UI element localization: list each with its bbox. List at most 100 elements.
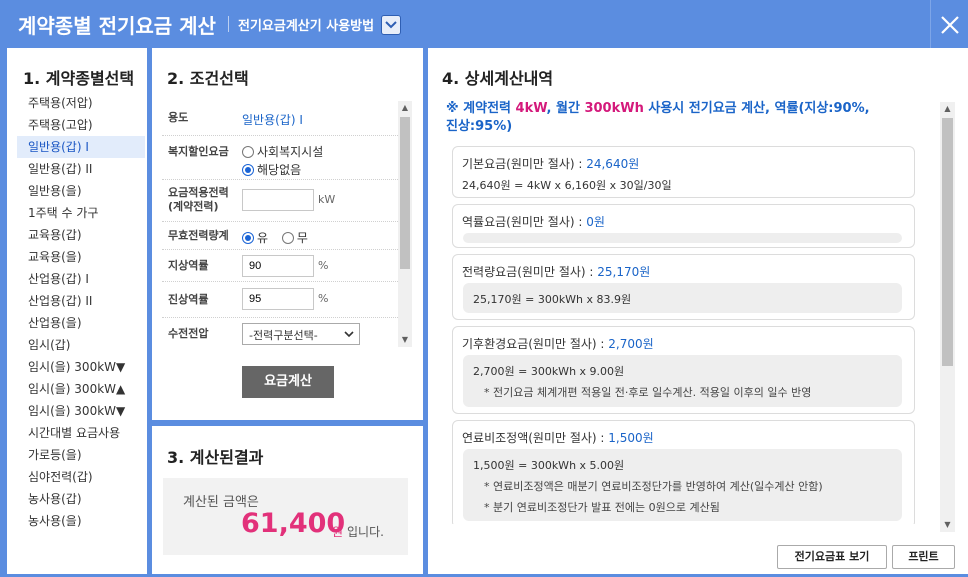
scroll-up-arrow-icon[interactable]: ▲ (940, 102, 955, 116)
condition-scrollbar[interactable]: ▲ ▼ (398, 101, 412, 347)
power-factor-title: 역률요금(원미만 절사) : 0원 (462, 213, 605, 230)
usage-label: 용도 (168, 111, 189, 124)
radio-checked-icon[interactable] (242, 164, 254, 176)
basic-charge-formula: 24,640원 = 4kW x 6,160원 x 30일/30일 (462, 179, 672, 192)
reactive-yes-label: 유 (257, 231, 269, 245)
welfare-option-2[interactable]: 해당없음 (242, 161, 301, 178)
power-factor-value: 0원 (586, 215, 605, 229)
reactive-option-no[interactable]: 무 (281, 231, 308, 245)
lag-pf-row: 지상역률 % (162, 250, 398, 282)
contract-type-item[interactable]: 교육용(을) (17, 246, 145, 268)
basic-charge-card: 기본요금(원미만 절사) : 24,640원 24,640원 = 4kW x 6… (452, 146, 915, 198)
contract-type-item[interactable]: 교육용(갑) (17, 224, 145, 246)
lead-pf-input[interactable] (242, 288, 314, 310)
fuel-adjustment-note-1: * 연료비조정액은 매분기 연료비조정단가를 반영하여 계산(일수계산 안함) (484, 480, 823, 493)
contract-type-item[interactable]: 일반용(갑) I (17, 136, 145, 158)
result-panel: 3. 계산된결과 계산된 금액은 61,400 원 입니다. (152, 426, 423, 574)
summary-text-4: 진상:95%) (446, 119, 513, 134)
climate-charge-detail: 2,700원 = 300kWh x 9.00원 * 전기요금 체계개편 적용일 … (463, 355, 902, 407)
contract-unit: kW (318, 193, 336, 206)
contract-power-row: 요금적용전력(계약전력) kW (162, 180, 398, 222)
contract-type-item[interactable]: 산업용(을) (17, 312, 145, 334)
reactive-meter-label: 무효전력량계 (168, 229, 229, 242)
detail-panel: 4. 상세계산내역 ※ 계약전력 4kW, 월간 300kWh 사용시 전기요금… (428, 48, 968, 574)
contract-type-item[interactable]: 일반용(을) (17, 180, 145, 202)
energy-charge-detail: 25,170원 = 300kWh x 83.9원 (463, 283, 902, 313)
scroll-thumb[interactable] (942, 118, 953, 366)
condition-panel: 2. 조건선택 용도 일반용(갑) I 복지할인요금 사회복지시설 해당없음 요… (152, 48, 423, 420)
reactive-option-yes[interactable]: 유 (242, 231, 268, 245)
radio-icon[interactable] (281, 232, 294, 244)
condition-form: 용도 일반용(갑) I 복지할인요금 사회복지시설 해당없음 요금적용전력(계약… (162, 100, 398, 346)
contract-type-item[interactable]: 시간대별 요금사용 (17, 422, 145, 444)
voltage-select[interactable]: -전력구분선택- (242, 323, 360, 345)
welfare-label: 복지할인요금 (168, 145, 229, 158)
voltage-select-value: -전력구분선택- (249, 329, 318, 342)
result-box: 계산된 금액은 61,400 원 입니다. (163, 478, 408, 555)
voltage-label: 수전전압 (168, 327, 209, 340)
energy-charge-value: 25,170원 (597, 265, 651, 279)
lag-pf-input[interactable] (242, 255, 314, 277)
result-currency: 원 (332, 525, 344, 539)
welfare-row: 복지할인요금 사회복지시설 해당없음 (162, 136, 398, 180)
contract-type-item[interactable]: 농사용(갑) (17, 488, 145, 510)
contract-type-list: 주택용(저압) 주택용(고압) 일반용(갑) I 일반용(갑) II 일반용(을) 1주택… (17, 92, 145, 532)
guide-link[interactable]: 전기요금계산기 사용방법 (238, 15, 374, 34)
calculate-button[interactable]: 요금계산 (242, 366, 334, 398)
detail-scrollbar[interactable]: ▲ ▼ (940, 102, 955, 532)
voltage-row: 수전전압 -전력구분선택- (162, 318, 398, 346)
contract-power-input[interactable] (242, 189, 314, 211)
climate-charge-formula: 2,700원 = 300kWh x 9.00원 (473, 365, 625, 378)
lead-pf-row: 진상역률 % (162, 282, 398, 318)
usage-value: 일반용(갑) I (242, 113, 303, 127)
reactive-no-label: 무 (296, 231, 308, 245)
scroll-up-arrow-icon[interactable]: ▲ (398, 101, 412, 115)
header-divider (228, 16, 229, 32)
lag-unit: % (318, 259, 329, 272)
basic-charge-value: 24,640원 (586, 157, 640, 171)
summary-text-2: , 월간 (546, 101, 585, 116)
energy-charge-label: 전력량요금(원미만 절사) : (462, 265, 598, 279)
summary-mark: ※ (446, 101, 459, 116)
contract-type-item[interactable]: 주택용(저압) (17, 92, 145, 114)
power-factor-card: 역률요금(원미만 절사) : 0원 (452, 204, 915, 248)
contract-type-item[interactable]: 임시(을) 300kW▼ (17, 400, 145, 422)
contract-type-item[interactable]: 임시(을) 300kW▲ (17, 378, 145, 400)
lead-unit: % (318, 292, 329, 305)
fuel-adjustment-note-2: * 분기 연료비조정단가 발표 전에는 0원으로 계산됨 (484, 501, 720, 514)
contract-power-label: 요금적용전력(계약전력) (168, 186, 229, 213)
contract-type-item[interactable]: 일반용(갑) II (17, 158, 145, 180)
reactive-meter-row: 무효전력량계 유 무 (162, 222, 398, 250)
welfare-option-1-label: 사회복지시설 (257, 145, 324, 159)
chevron-down-icon (344, 331, 354, 338)
chevron-down-icon[interactable] (381, 15, 401, 35)
contract-type-item[interactable]: 심야전력(갑) (17, 466, 145, 488)
welfare-option-1[interactable]: 사회복지시설 (242, 143, 323, 160)
panel-title: 4. 상세계산내역 (442, 69, 554, 88)
contract-type-panel: 1. 계약종별선택 주택용(저압) 주택용(고압) 일반용(갑) I 일반용(갑) I… (7, 48, 147, 574)
scroll-down-arrow-icon[interactable]: ▼ (940, 518, 955, 532)
contract-type-item[interactable]: 임시(을) 300kW▼ (17, 356, 145, 378)
summary-kwh: 300kWh (584, 101, 644, 116)
summary-text-3: 사용시 전기요금 계산, 역률(지상:90%, (643, 101, 870, 116)
close-icon[interactable] (930, 0, 968, 50)
contract-type-item[interactable]: 임시(갑) (17, 334, 145, 356)
contract-type-item[interactable]: 주택용(고압) (17, 114, 145, 136)
contract-type-item[interactable]: 농사용(을) (17, 510, 145, 532)
energy-charge-card: 전력량요금(원미만 절사) : 25,170원 25,170원 = 300kWh… (452, 254, 915, 320)
print-button[interactable]: 프린트 (892, 545, 955, 569)
contract-type-item[interactable]: 가로등(을) (17, 444, 145, 466)
contract-type-item[interactable]: 산업용(갑) I (17, 268, 145, 290)
lead-pf-label: 진상역률 (168, 293, 209, 306)
scroll-thumb[interactable] (400, 117, 410, 269)
contract-type-item[interactable]: 1주택 수 가구 (17, 202, 145, 224)
radio-icon[interactable] (242, 146, 254, 158)
radio-checked-icon[interactable] (242, 232, 254, 244)
climate-charge-card: 기후환경요금(원미만 절사) : 2,700원 2,700원 = 300kWh … (452, 326, 915, 414)
view-rate-table-button[interactable]: 전기요금표 보기 (777, 545, 887, 569)
panel-title: 3. 계산된결과 (167, 448, 264, 467)
detail-content: ※ 계약전력 4kW, 월간 300kWh 사용시 전기요금 계산, 역률(지상… (442, 100, 938, 524)
contract-type-item[interactable]: 산업용(갑) II (17, 290, 145, 312)
calc-summary: ※ 계약전력 4kW, 월간 300kWh 사용시 전기요금 계산, 역률(지상… (442, 100, 938, 136)
scroll-down-arrow-icon[interactable]: ▼ (398, 333, 412, 347)
